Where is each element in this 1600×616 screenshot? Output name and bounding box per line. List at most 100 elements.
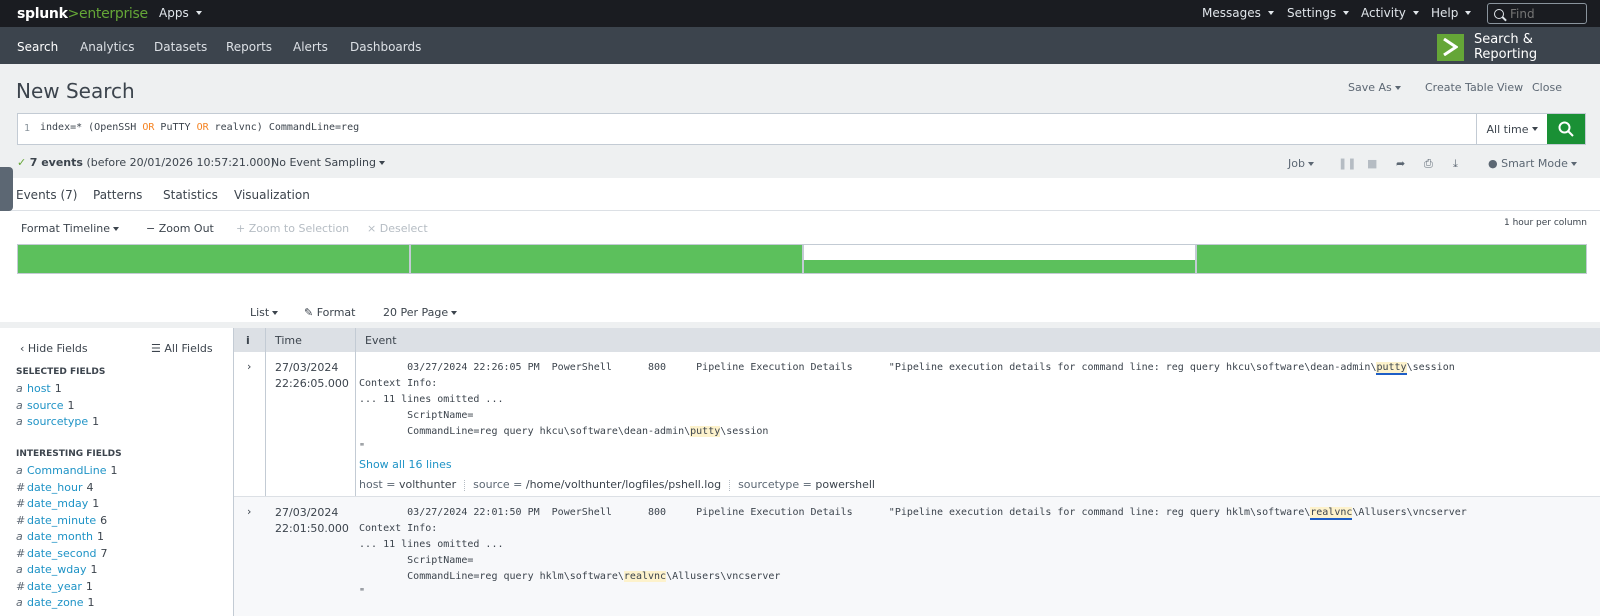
time-column-header[interactable]: Time (275, 334, 302, 347)
stop-icon[interactable]: ■ (1367, 157, 1377, 170)
messages-menu[interactable]: Messages (1202, 6, 1274, 20)
find-field[interactable] (1487, 3, 1587, 24)
job-menu[interactable]: Job (1288, 157, 1314, 170)
event-metadata: host = volthunter source = /home/volthunt… (359, 478, 875, 491)
tab-visualization[interactable]: Visualization (234, 188, 310, 202)
nav-datasets[interactable]: Datasets (154, 40, 207, 54)
field-commandline[interactable]: a CommandLine 1 (16, 464, 117, 477)
field-sourcetype[interactable]: a sourcetype 1 (16, 415, 99, 428)
event-time[interactable]: 27/03/2024 22:01:50.000 (275, 505, 349, 537)
deselect-button[interactable]: × Deselect (367, 222, 428, 235)
event-text: \session (720, 426, 769, 437)
field-date-month[interactable]: a date_month 1 (16, 530, 104, 543)
field-count: 1 (92, 415, 100, 428)
field-count: 1 (97, 530, 105, 543)
apps-menu[interactable]: Apps (159, 6, 202, 20)
field-host[interactable]: a host 1 (16, 382, 62, 395)
event-text: \session (1406, 362, 1455, 373)
event-highlight[interactable]: putty (1376, 362, 1407, 375)
event-date: 27/03/2024 (275, 361, 339, 374)
event-highlight[interactable]: realvnc (623, 571, 667, 582)
activity-menu[interactable]: Activity (1361, 6, 1419, 20)
find-input[interactable] (1510, 6, 1580, 21)
table-row: › 27/03/2024 22:26:05.000 03/27/2024 22:… (234, 352, 1600, 497)
numeric-type-icon: # (16, 480, 26, 494)
logo-gt: > (67, 5, 80, 22)
zoom-out-label: Zoom Out (158, 222, 214, 235)
search-query-input[interactable]: index=* (OpenSSH OR PuTTY OR realvnc) Co… (36, 114, 1476, 144)
nav-search[interactable]: Search (0, 40, 76, 67)
query-keyword: OR (142, 122, 155, 133)
sourcetype-value[interactable]: powershell (815, 478, 875, 491)
field-name: date_wday (27, 563, 87, 576)
list-dropdown[interactable]: List (250, 306, 279, 319)
timeline-bar[interactable] (1196, 244, 1587, 274)
field-name: source (27, 398, 64, 412)
print-icon[interactable]: ⎙ (1424, 157, 1433, 171)
format-timeline-dropdown[interactable]: Format Timeline (21, 222, 120, 235)
all-fields-button[interactable]: ☰ All Fields (151, 342, 213, 355)
chevron-down-icon (1465, 11, 1472, 15)
format-button[interactable]: ✎ Format (304, 306, 355, 319)
save-as-button[interactable]: Save As (1348, 81, 1401, 94)
field-date-second[interactable]: # date_second 7 (16, 547, 108, 560)
field-date-zone[interactable]: a date_zone 1 (16, 596, 95, 609)
results-tabs: Events (7) Patterns Statistics Visualiza… (0, 178, 1600, 213)
host-value[interactable]: volthunter (399, 478, 456, 491)
close-button[interactable]: Close (1532, 81, 1562, 94)
timeline-bar[interactable] (410, 244, 803, 274)
splunk-logo[interactable]: splunk>enterprise (17, 6, 148, 22)
search-bar: 1 index=* (OpenSSH OR PuTTY OR realvnc) … (17, 113, 1586, 145)
field-date-year[interactable]: # date_year 1 (16, 580, 93, 593)
chevron-down-icon (1267, 11, 1274, 15)
event-date: 27/03/2024 (275, 506, 339, 519)
per-page-dropdown[interactable]: 20 Per Page (383, 306, 458, 319)
search-submit-button[interactable] (1547, 114, 1585, 144)
field-source[interactable]: a source 1 (16, 399, 75, 412)
all-fields-label: All Fields (164, 342, 213, 355)
expand-row-icon[interactable]: › (247, 360, 251, 373)
list-icon: ☰ (151, 342, 161, 355)
event-highlight[interactable]: realvnc (1310, 507, 1353, 520)
zoom-out-button[interactable]: − Zoom Out (146, 222, 214, 235)
nav-alerts[interactable]: Alerts (293, 40, 328, 54)
event-text: 03/27/2024 22:01:50 PM PowerShell 800 Pi… (359, 507, 1311, 518)
zoom-to-selection-button[interactable]: + Zoom to Selection (236, 222, 349, 235)
event-highlight[interactable]: putty (690, 426, 721, 437)
event-sampling-dropdown[interactable]: No Event Sampling (271, 156, 385, 169)
field-count: 6 (100, 513, 108, 527)
event-line: ScriptName= (359, 410, 474, 421)
settings-menu[interactable]: Settings (1287, 6, 1350, 20)
line-number: 1 (23, 123, 31, 134)
nav-reports[interactable]: Reports (226, 40, 272, 54)
tab-statistics[interactable]: Statistics (163, 188, 218, 202)
nav-analytics[interactable]: Analytics (80, 40, 135, 54)
field-date-mday[interactable]: # date_mday 1 (16, 497, 99, 510)
nav-dashboards[interactable]: Dashboards (350, 40, 421, 54)
timeline-bar[interactable] (17, 244, 410, 274)
create-table-view-button[interactable]: Create Table View (1425, 81, 1523, 94)
field-date-minute[interactable]: # date_minute 6 (16, 514, 107, 527)
events-detail: (before 20/01/2026 10:57:21.000) (86, 156, 275, 169)
timeline-bar[interactable] (803, 244, 1196, 274)
share-icon[interactable]: ➦ (1396, 157, 1405, 170)
export-icon[interactable]: ⤓ (1453, 157, 1458, 171)
interesting-fields-heading: INTERESTING FIELDS (16, 449, 122, 459)
tab-patterns[interactable]: Patterns (93, 188, 142, 202)
event-time[interactable]: 27/03/2024 22:26:05.000 (275, 360, 349, 392)
time-range-picker[interactable]: All time (1476, 114, 1547, 144)
string-type-icon: a (16, 464, 23, 477)
pause-icon[interactable]: ❚❚ (1338, 157, 1356, 170)
field-date-wday[interactable]: a date_wday 1 (16, 563, 98, 576)
source-value[interactable]: /home/volthunter/logfiles/pshell.log (526, 478, 721, 491)
show-all-lines-link[interactable]: Show all 16 lines (359, 458, 452, 471)
hide-fields-button[interactable]: ‹ Hide Fields (20, 342, 88, 355)
expand-row-icon[interactable]: › (247, 505, 251, 518)
table-row: › 27/03/2024 22:01:50.000 03/27/2024 22:… (234, 497, 1600, 616)
help-menu[interactable]: Help (1431, 6, 1472, 20)
field-date-hour[interactable]: # date_hour 4 (16, 481, 94, 494)
tab-events[interactable]: Events (7) (16, 188, 78, 213)
app-title[interactable]: Search & Reporting (1437, 32, 1600, 62)
sidebar-drag-handle[interactable] (0, 167, 13, 211)
smart-mode-dropdown[interactable]: ● Smart Mode (1488, 157, 1577, 170)
